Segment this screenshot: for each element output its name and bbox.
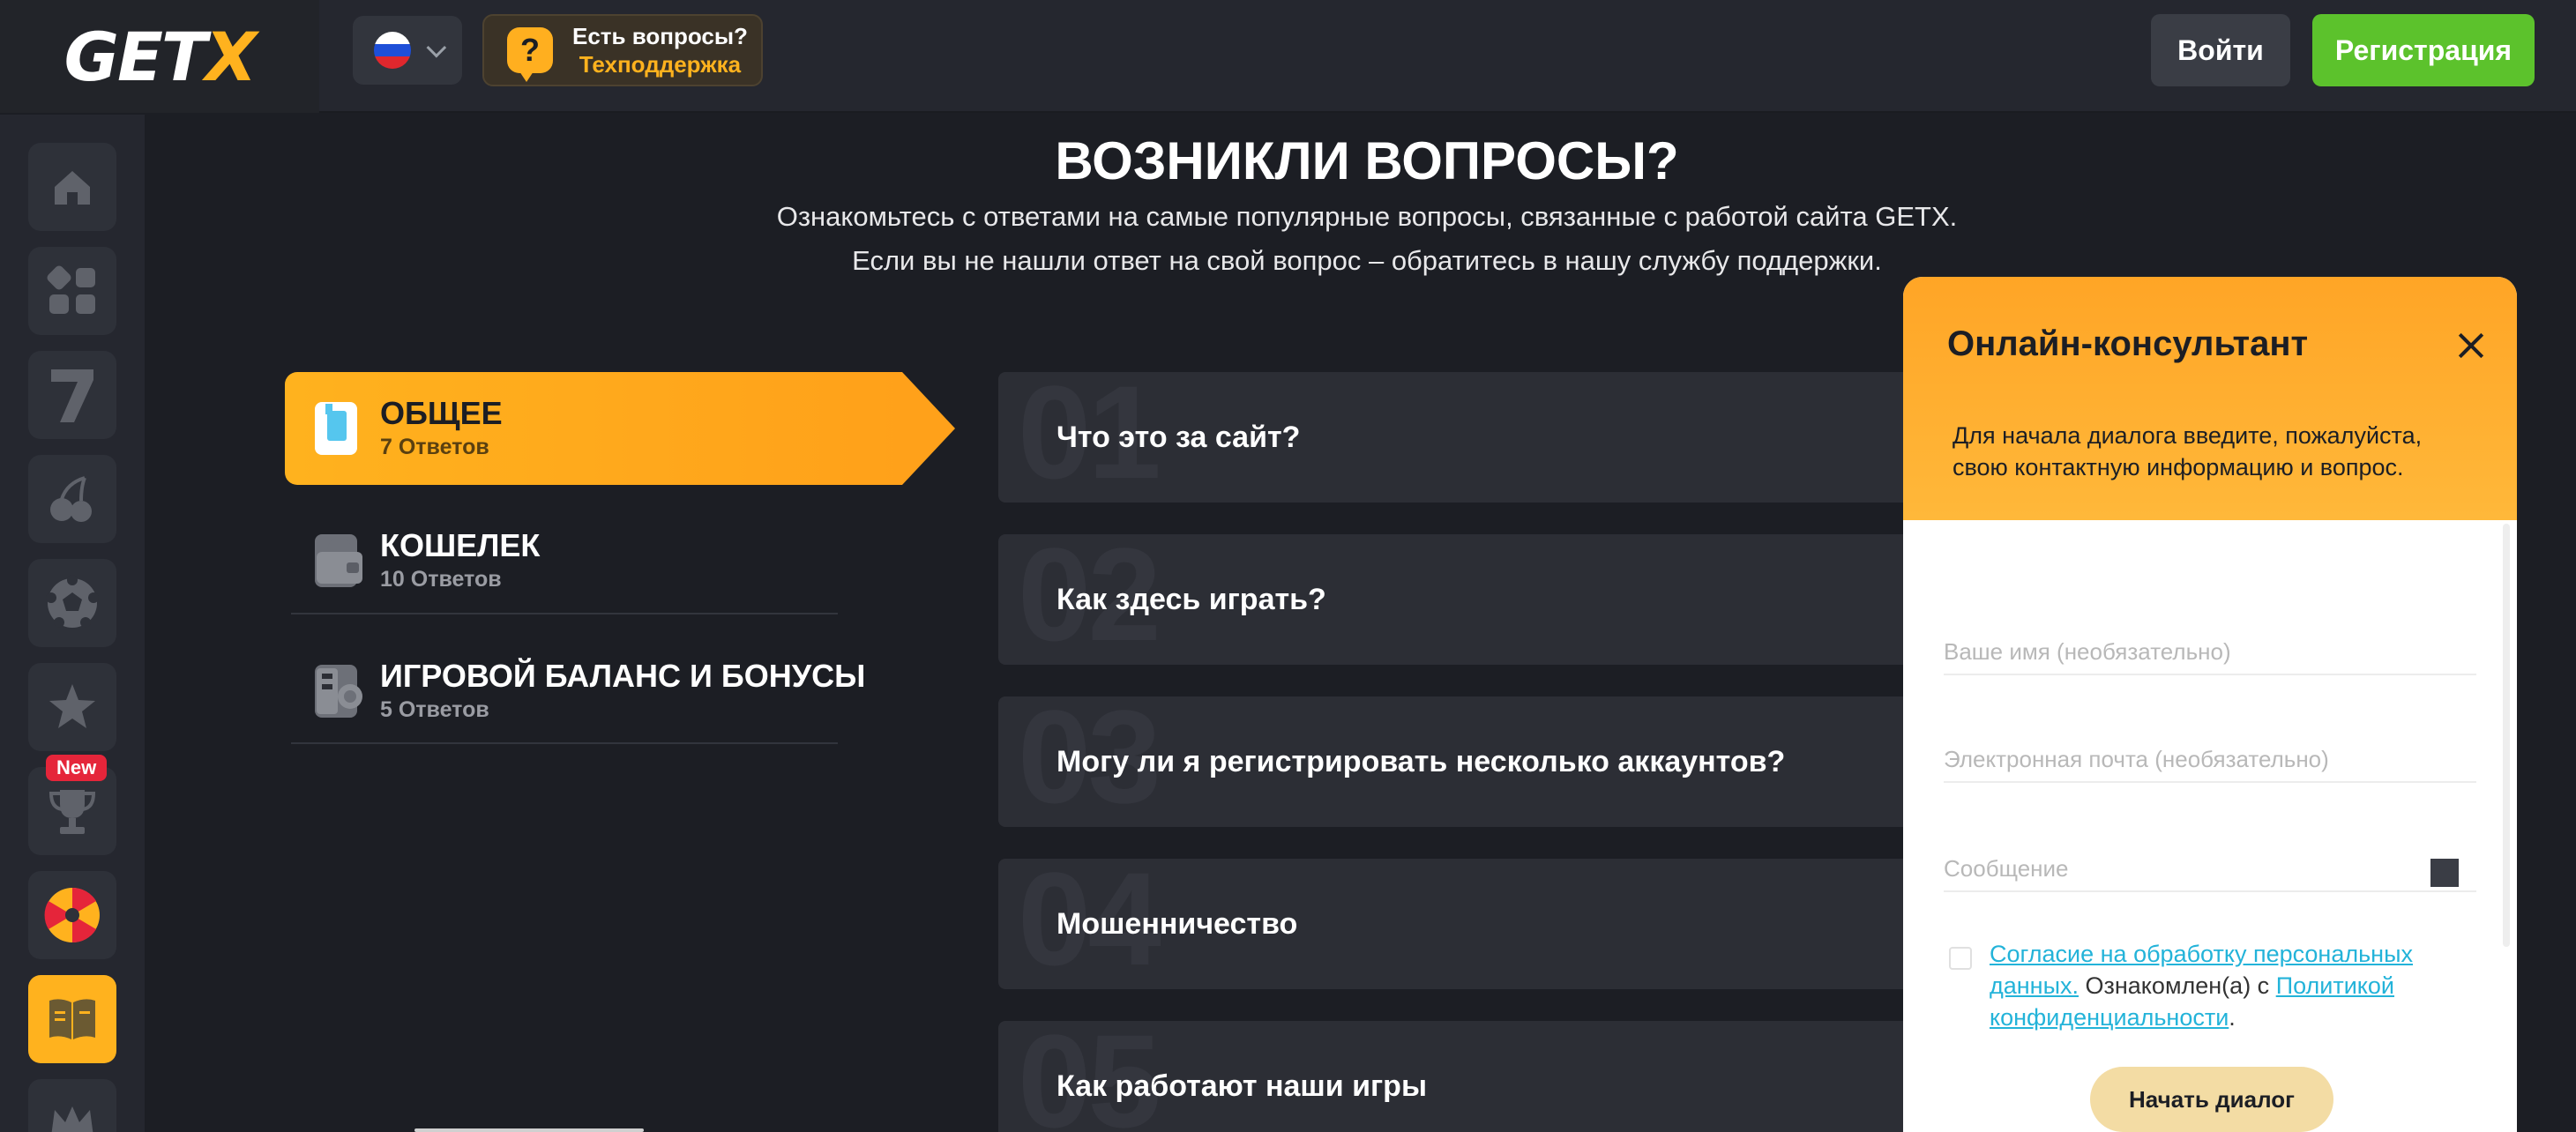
balance-icon: [315, 665, 362, 718]
chat-description: Для начала диалога введите, пожалуйста, …: [1953, 422, 2423, 480]
language-selector[interactable]: [353, 16, 462, 85]
support-button[interactable]: ? Есть вопросы? Техподдержка: [482, 14, 763, 86]
register-button[interactable]: Регистрация: [2312, 14, 2535, 86]
new-badge: New: [46, 755, 108, 781]
category-name: ИГРОВОЙ БАЛАНС И БОНУСЫ: [380, 658, 866, 694]
cherry-icon: [50, 476, 92, 522]
top-header: GETX ? Есть вопросы? Техподдержка Войти …: [0, 0, 2576, 113]
getx-logo[interactable]: GETX: [63, 17, 258, 96]
consent-checkbox[interactable]: [1949, 947, 1972, 970]
category-count: 10 Ответов: [380, 567, 502, 592]
category-count: 5 Ответов: [380, 697, 489, 722]
sidebar-item-vip[interactable]: [28, 1079, 116, 1132]
seven-icon: [51, 369, 93, 422]
chevron-down-icon: [426, 37, 447, 58]
chat-title: Онлайн-консультант: [1947, 324, 2309, 363]
support-subtitle: Техподдержка: [579, 51, 742, 78]
question-text: Как здесь играть?: [1057, 582, 1326, 616]
message-field[interactable]: [1944, 846, 2476, 892]
question-bubble-icon: ?: [507, 27, 553, 82]
question-text: Что это за сайт?: [1057, 420, 1301, 454]
football-icon: [46, 575, 99, 628]
page-subtitle-1: Ознакомьтесь с ответами на самые популяр…: [776, 201, 1958, 232]
category-count: 7 Ответов: [380, 435, 489, 459]
close-icon[interactable]: [2455, 330, 2487, 361]
logo-text: GET: [63, 17, 207, 96]
question-text: Как работают наши игры: [1057, 1069, 1427, 1103]
page-subtitle-2: Если вы не нашли ответ на свой вопрос – …: [852, 245, 1882, 276]
email-field[interactable]: [1944, 737, 2476, 783]
russia-flag-icon: [374, 32, 411, 69]
category-name: КОШЕЛЕК: [380, 527, 541, 563]
document-icon: [315, 402, 357, 455]
chat-header: Онлайн-консультант Для начала диалога вв…: [1903, 277, 2517, 520]
wallet-icon: [315, 534, 362, 587]
resize-handle-icon[interactable]: [2430, 859, 2459, 887]
sidebar-item-faq[interactable]: [28, 975, 116, 1063]
question-text: Могу ли я регистрировать несколько аккау…: [1057, 744, 1786, 778]
sidebar-item-sports[interactable]: [28, 559, 116, 647]
login-button[interactable]: Войти: [2151, 14, 2290, 86]
fortune-wheel-icon: [44, 887, 100, 943]
page-title: ВОЗНИКЛИ ВОПРОСЫ?: [1055, 131, 1679, 190]
category-balance-bonuses[interactable]: ИГРОВОЙ БАЛАНС И БОНУСЫ 5 Ответов: [285, 635, 955, 748]
category-divider: [291, 742, 838, 744]
logo-area[interactable]: GETX: [0, 0, 319, 113]
category-name: ОБЩЕЕ: [380, 395, 503, 431]
trophy-icon: [49, 790, 96, 834]
crown-icon: [51, 1106, 93, 1132]
support-text: Есть вопросы? Техподдержка: [572, 22, 748, 78]
star-icon: [49, 684, 95, 728]
support-title: Есть вопросы?: [572, 23, 748, 49]
name-field[interactable]: [1944, 629, 2476, 675]
consent-middle: Ознакомлен(а) с: [2079, 972, 2276, 999]
sidebar-item-wheel[interactable]: [28, 871, 116, 959]
consent-text: Согласие на обработку персональных данны…: [1990, 938, 2483, 1033]
book-icon: [49, 999, 95, 1039]
logo-accent: X: [205, 17, 258, 96]
category-wallet[interactable]: КОШЕЛЕК 10 Ответов: [285, 504, 955, 617]
chat-scrollbar[interactable]: [2503, 524, 2510, 947]
online-chat-widget: Онлайн-консультант Для начала диалога вв…: [1903, 277, 2517, 1132]
consent-end: .: [2229, 1004, 2236, 1031]
category-general[interactable]: ОБЩЕЕ 7 Ответов: [285, 372, 955, 485]
sidebar-item-classic[interactable]: [28, 455, 116, 543]
sidebar-item-slots[interactable]: [28, 351, 116, 439]
question-text: Мошенничество: [1057, 906, 1298, 941]
category-divider: [291, 613, 838, 614]
sidebar-item-favorites[interactable]: [28, 663, 116, 751]
scroll-indicator: [414, 1128, 644, 1132]
start-dialog-button[interactable]: Начать диалог: [2090, 1067, 2333, 1132]
